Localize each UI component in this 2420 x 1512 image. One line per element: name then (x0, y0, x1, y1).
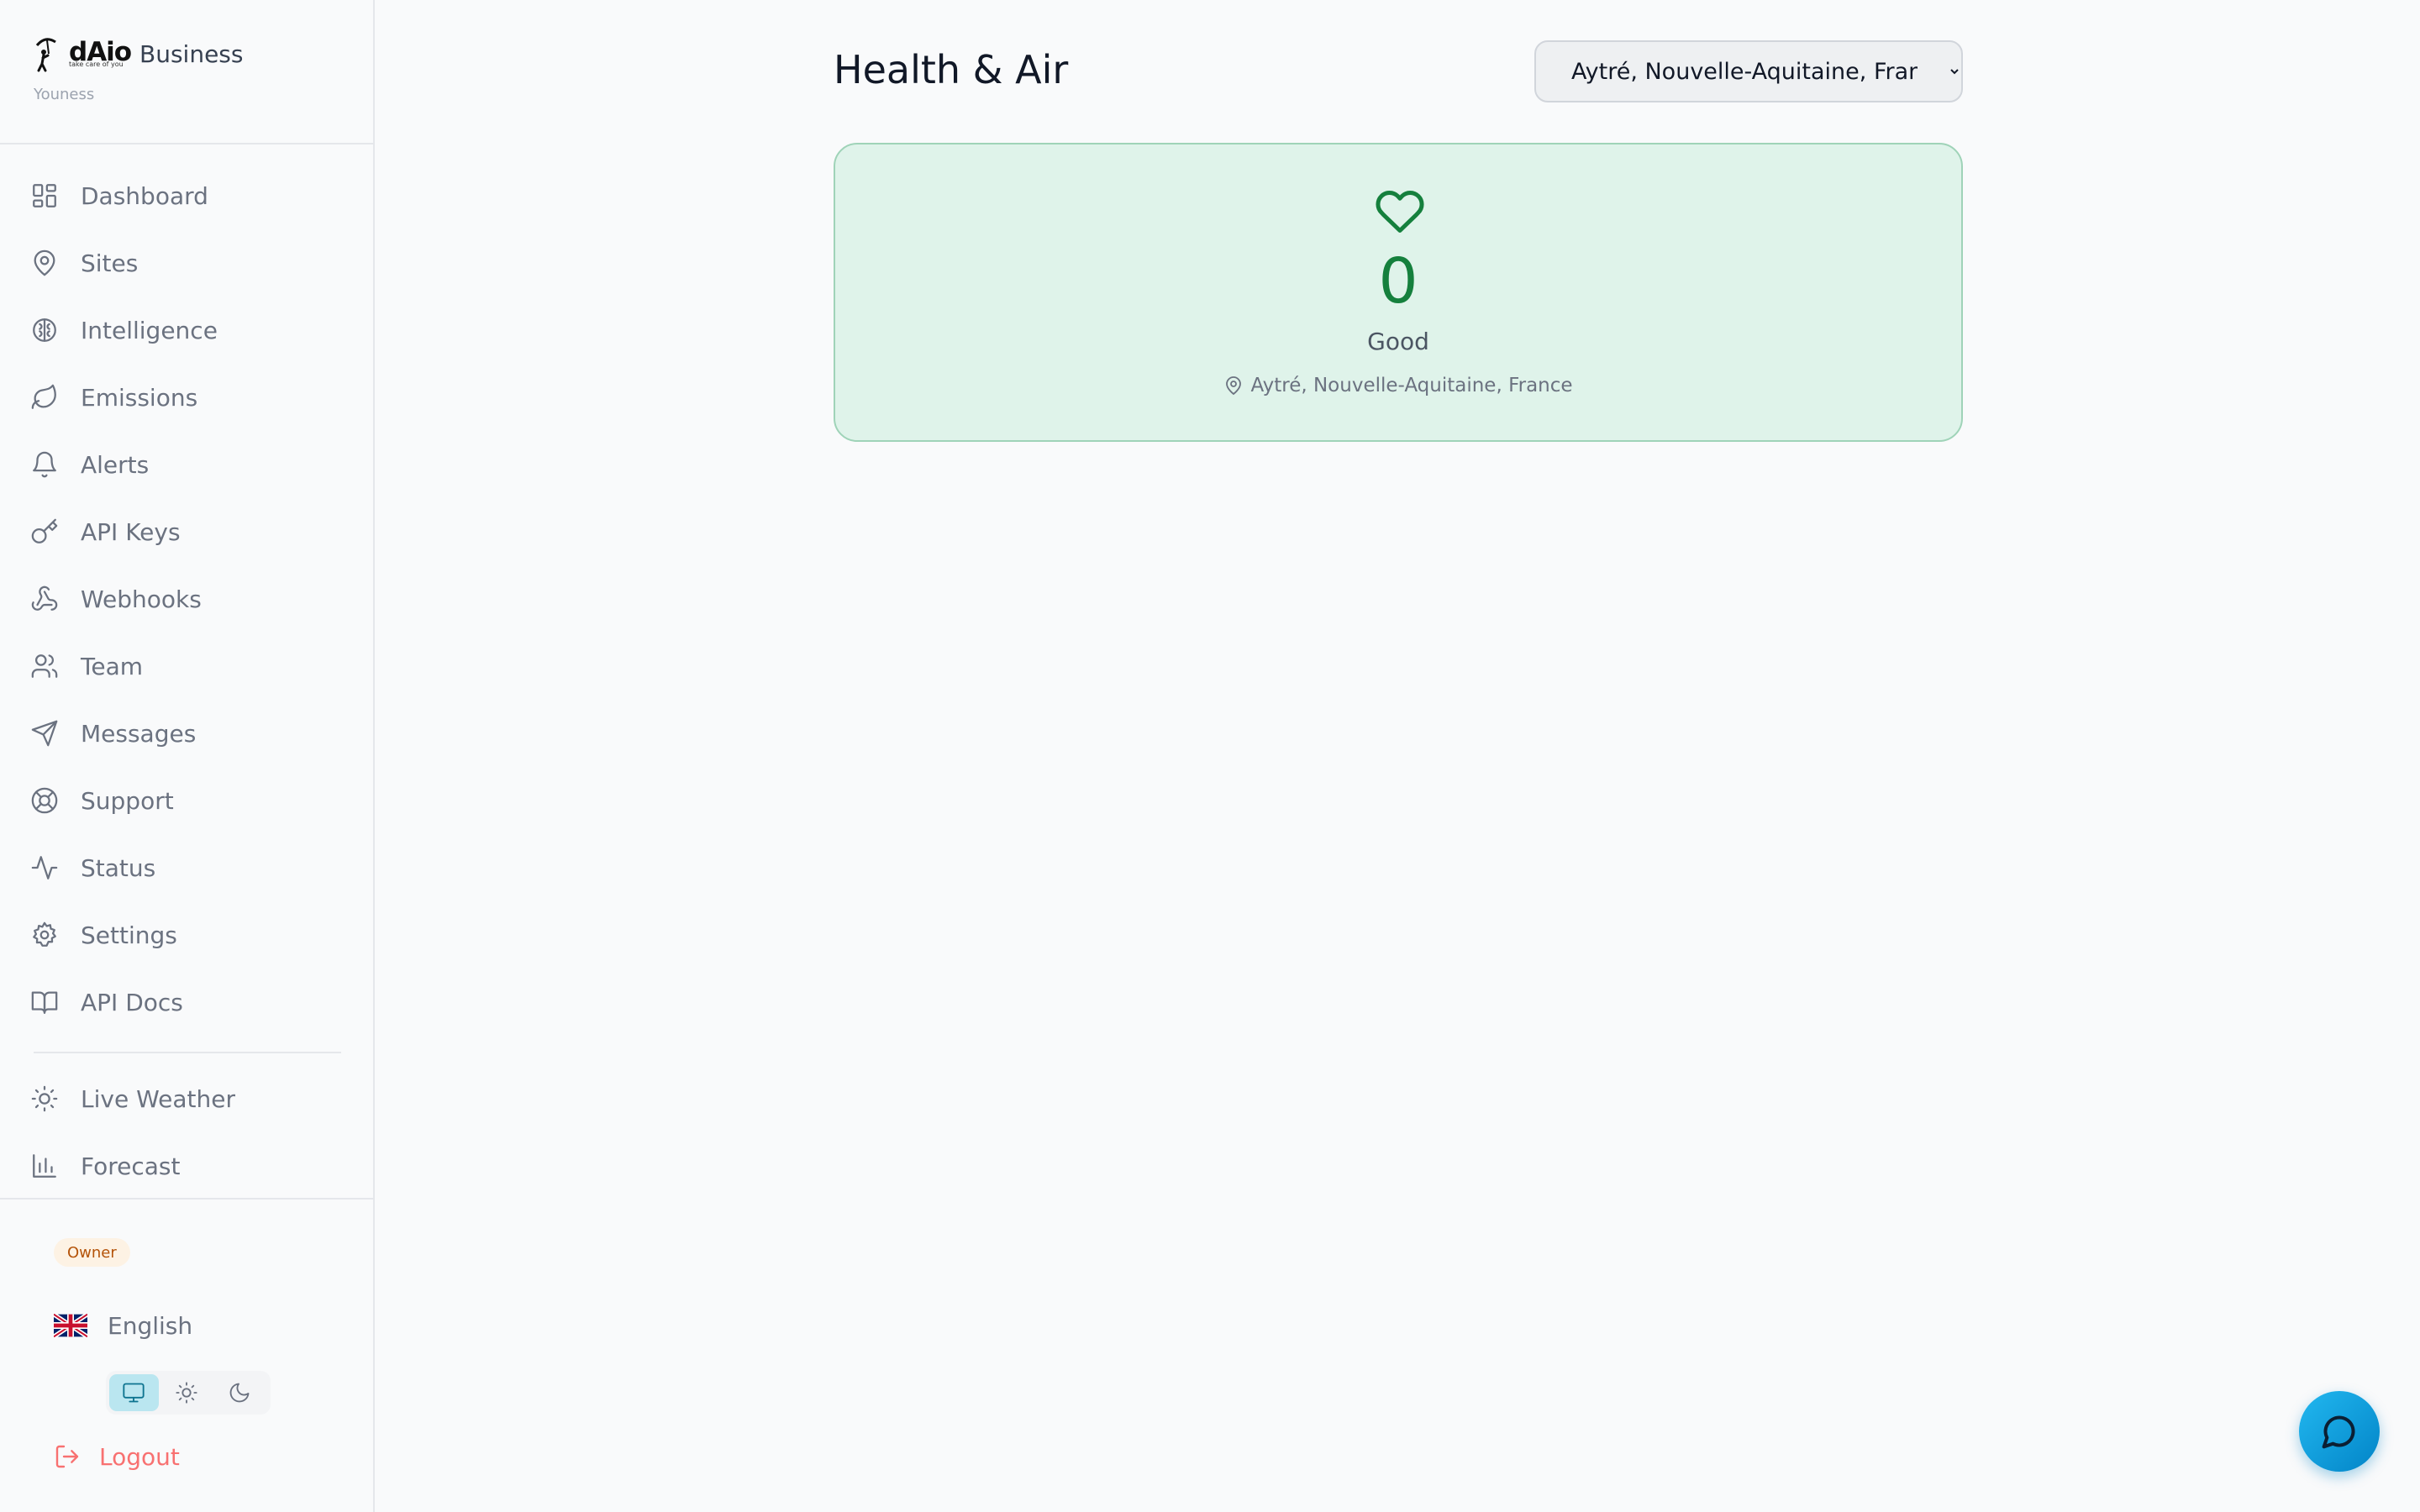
webhook-icon (31, 585, 58, 611)
brand-logo[interactable]: dAio take care of you (34, 34, 132, 72)
book-icon (31, 991, 58, 1014)
aqi-location-label: Aytré, Nouvelle-Aquitaine, France (1250, 375, 1573, 396)
aqi-card: 0 Good Aytré, Nouvelle-Aquitaine, France (834, 143, 1963, 442)
logout-label: Logout (99, 1442, 180, 1471)
brand: dAio take care of you Business Youness (34, 34, 353, 109)
key-icon (31, 518, 58, 543)
sidebar-item-webhooks[interactable]: Webhooks (30, 574, 341, 624)
theme-light-button[interactable] (162, 1374, 212, 1411)
sidebar-item-label: API Docs (81, 988, 183, 1016)
role-badge: Owner (54, 1238, 130, 1267)
send-icon (31, 720, 58, 747)
activity-icon (31, 856, 58, 879)
gear-icon (33, 921, 56, 947)
aqi-location: Aytré, Nouvelle-Aquitaine, France (835, 375, 1961, 396)
sidebar-item-intelligence[interactable]: Intelligence (30, 305, 341, 355)
brain-icon (33, 318, 56, 342)
sidebar-item-alerts[interactable]: Alerts (30, 439, 341, 490)
life-buoy-icon (31, 787, 58, 814)
aqi-label: Good (1367, 328, 1429, 355)
sidebar-divider-top (0, 143, 375, 144)
sidebar: dAio take care of you Business Youness D… (0, 0, 375, 1512)
bell-icon (33, 451, 56, 478)
dashboard-icon (33, 184, 56, 207)
map-pin-icon (1226, 376, 1242, 396)
sidebar-item-label: Emissions (81, 383, 198, 412)
language-label: English (108, 1311, 193, 1340)
heart-icon (1376, 190, 1424, 233)
bar-chart-icon (33, 1154, 56, 1178)
sidebar-item-label: Status (81, 853, 156, 882)
users-icon (31, 654, 58, 678)
sidebar-item-label: Forecast (81, 1152, 181, 1180)
sidebar-divider-bottom (0, 1198, 375, 1200)
sidebar-item-label: Dashboard (81, 181, 208, 210)
monitor-icon (123, 1383, 145, 1403)
theme-system-button[interactable] (109, 1374, 159, 1411)
sidebar-item-messages[interactable]: Messages (30, 708, 341, 759)
sidebar-item-label: Webhooks (81, 585, 202, 613)
sidebar-item-api-docs[interactable]: API Docs (30, 977, 341, 1027)
sidebar-item-emissions[interactable]: Emissions (30, 372, 341, 423)
sidebar-item-label: Sites (81, 249, 139, 277)
chat-button[interactable] (2299, 1391, 2380, 1472)
sidebar-item-label: Support (81, 786, 174, 815)
sidebar-item-label: Intelligence (81, 316, 218, 344)
sidebar-item-status[interactable]: Status (30, 843, 341, 893)
page-title: Health & Air (834, 47, 1069, 92)
sidebar-item-label: Alerts (81, 450, 150, 479)
language-selector[interactable]: English (54, 1309, 192, 1342)
chat-bubble-icon (2322, 1415, 2355, 1449)
logo-tagline: take care of you (69, 60, 124, 68)
sidebar-item-label: Team (81, 652, 144, 680)
theme-switch (106, 1371, 271, 1415)
map-pin-icon (34, 249, 55, 276)
sidebar-item-team[interactable]: Team (30, 641, 341, 691)
brand-product: Business (139, 40, 244, 68)
theme-dark-button[interactable] (214, 1374, 264, 1411)
sun-icon (176, 1382, 197, 1404)
logout-button[interactable]: Logout (54, 1440, 180, 1473)
sidebar-item-label: Live Weather (81, 1084, 235, 1113)
aqi-value: 0 (1378, 245, 1418, 318)
logout-icon (55, 1445, 79, 1468)
user-name: Youness (34, 86, 95, 103)
sidebar-item-settings[interactable]: Settings (30, 910, 341, 960)
moon-icon (229, 1383, 250, 1403)
sidebar-item-label: Settings (81, 921, 177, 949)
nav-divider (34, 1052, 341, 1053)
sidebar-item-dashboard[interactable]: Dashboard (30, 171, 341, 221)
umbrella-person-icon (35, 38, 56, 72)
location-select[interactable]: Aytré, Nouvelle-Aquitaine, France (1534, 40, 1963, 102)
sidebar-item-api-keys[interactable]: API Keys (30, 507, 341, 557)
leaf-icon (31, 384, 56, 409)
uk-flag-icon (54, 1314, 87, 1337)
sidebar-item-label: API Keys (81, 517, 181, 546)
sun-icon (31, 1085, 58, 1112)
sidebar-item-support[interactable]: Support (30, 775, 341, 826)
sidebar-item-sites[interactable]: Sites (30, 238, 341, 288)
sidebar-item-live-weather[interactable]: Live Weather (30, 1074, 341, 1124)
sidebar-item-label: Messages (81, 719, 197, 748)
sidebar-item-forecast[interactable]: Forecast (30, 1141, 341, 1191)
